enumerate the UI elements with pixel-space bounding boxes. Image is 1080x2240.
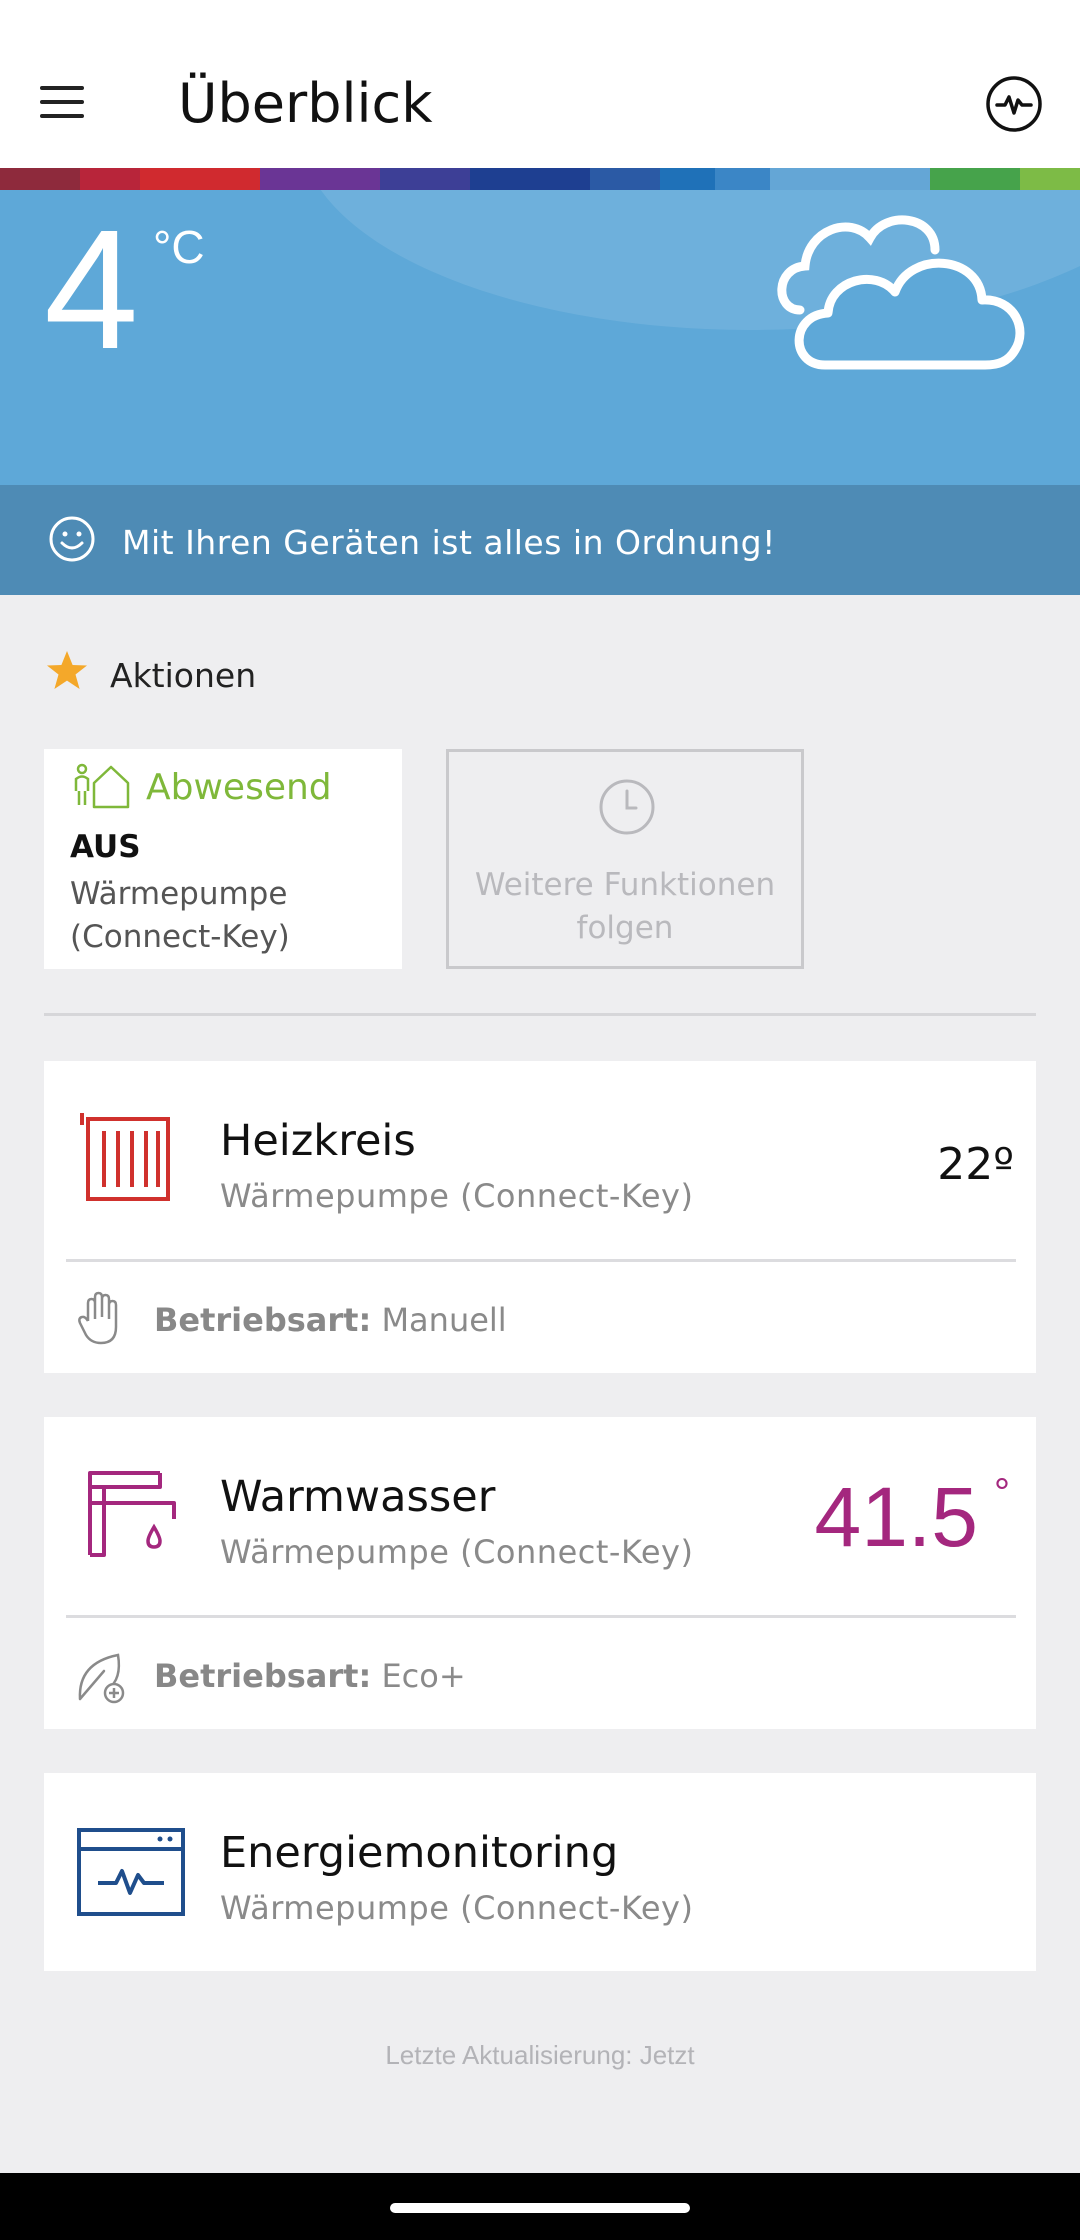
away-home-icon: [74, 763, 130, 809]
energy-monitoring-card[interactable]: Energiemonitoring Wärmepumpe (Connect-Ke…: [44, 1773, 1036, 1971]
heating-mode: Betriebsart: Manuell: [154, 1301, 507, 1339]
app-header: Überblick: [0, 0, 1080, 170]
heating-mode-value: Manuell: [381, 1301, 507, 1339]
water-title: Warmwasser: [220, 1472, 496, 1522]
heating-device: Wärmepumpe (Connect-Key): [220, 1177, 694, 1215]
more-functions-text: Weitere Funktionen folgen: [474, 867, 776, 946]
clock-icon: [599, 779, 655, 835]
brand-color-stripe: [0, 168, 1080, 190]
absent-title: Abwesend: [146, 767, 332, 808]
water-device: Wärmepumpe (Connect-Key): [220, 1533, 694, 1571]
temperature-unit: °C: [153, 221, 205, 273]
eco-leaf-icon: [78, 1653, 125, 1704]
water-mode-value: Eco+: [381, 1657, 466, 1695]
page-title: Überblick: [178, 72, 433, 135]
system-status-bar[interactable]: Mit Ihren Geräten ist alles in Ordnung!: [0, 485, 1080, 595]
water-mode: Betriebsart: Eco+: [154, 1657, 466, 1695]
home-gesture-handle[interactable]: [390, 2203, 690, 2213]
cloud-icon: [777, 215, 1025, 370]
heating-circuit-card[interactable]: Heizkreis Wärmepumpe (Connect-Key) 22º B…: [44, 1061, 1036, 1373]
star-icon: [47, 651, 87, 689]
heating-title: Heizkreis: [220, 1116, 416, 1166]
system-navigation-bar: [0, 2173, 1080, 2240]
more-functions-card: Weitere Funktionen folgen: [446, 749, 804, 969]
last-update-text: Letzte Aktualisierung: Jetzt: [385, 2040, 695, 2070]
smiley-icon: [49, 516, 95, 562]
absent-device: Wärmepumpe (Connect-Key): [70, 876, 290, 955]
energy-title: Energiemonitoring: [220, 1828, 619, 1878]
hot-water-card[interactable]: Warmwasser Wärmepumpe (Connect-Key) 41.5…: [44, 1417, 1036, 1729]
energy-monitor-icon: [77, 1828, 185, 1916]
status-message: Mit Ihren Geräten ist alles in Ordnung!: [122, 523, 776, 562]
section-divider: [44, 1013, 1036, 1016]
outdoor-temperature: 4: [44, 195, 139, 385]
hand-icon: [78, 1291, 118, 1345]
radiator-icon: [80, 1113, 170, 1201]
water-degree-symbol: °: [994, 1471, 1010, 1515]
heating-setpoint: 22º: [937, 1139, 1014, 1190]
water-temperature: 41.5: [814, 1470, 979, 1564]
absent-action-card[interactable]: Abwesend AUS Wärmepumpe (Connect-Key): [44, 749, 402, 969]
hamburger-menu-icon[interactable]: [40, 84, 92, 120]
heating-mode-label: Betriebsart:: [154, 1301, 372, 1339]
absent-state: AUS: [70, 829, 141, 865]
actions-label: Aktionen: [110, 656, 257, 695]
weather-panel: 4 °C: [0, 190, 1080, 485]
faucet-icon: [88, 1471, 176, 1557]
water-mode-label: Betriebsart:: [154, 1657, 372, 1695]
activity-pulse-icon[interactable]: [985, 75, 1043, 133]
energy-device: Wärmepumpe (Connect-Key): [220, 1889, 694, 1927]
